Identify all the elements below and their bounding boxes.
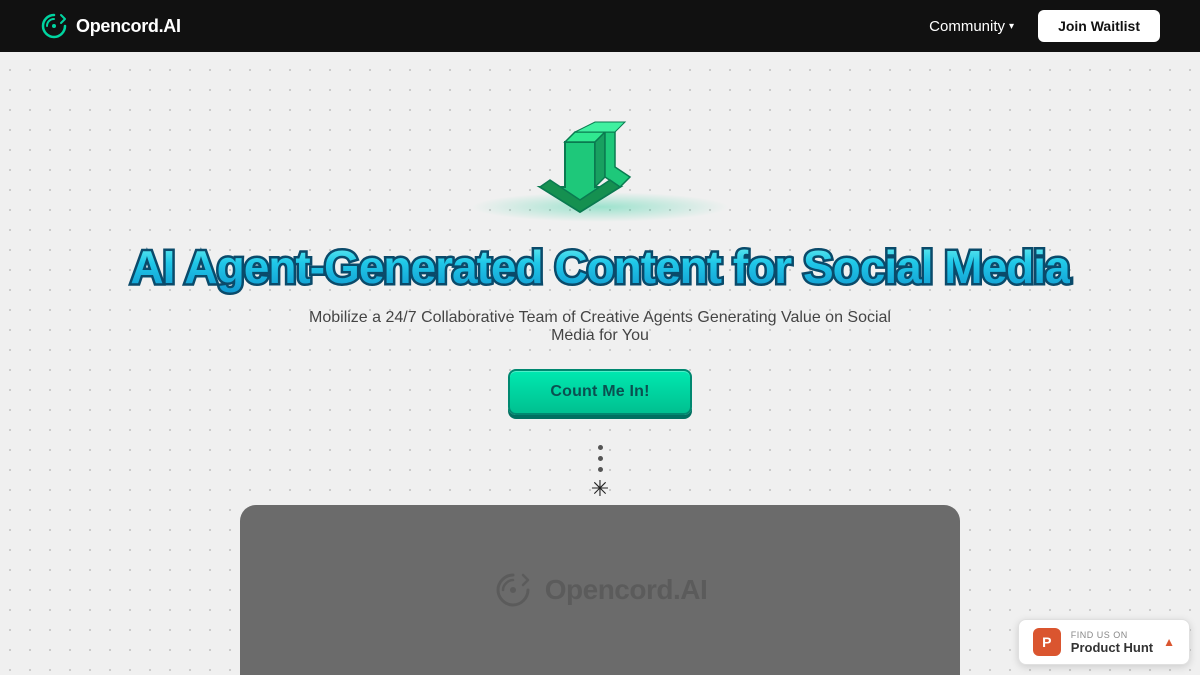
main-content: AI Agent-Generated Content for Social Me… [0,52,1200,502]
product-hunt-find-us: FIND US ON [1071,630,1128,640]
hero-heading: AI Agent-Generated Content for Social Me… [130,242,1069,293]
logo-icon [40,12,68,40]
logo-link[interactable]: Opencord.AI [40,12,181,40]
bottom-section: Opencord.AI [240,505,960,675]
bottom-logo-text: Opencord.AI [545,574,708,606]
logo-text: Opencord.AI [76,16,181,37]
dot-2 [598,456,603,461]
join-waitlist-button[interactable]: Join Waitlist [1038,10,1160,42]
spider-icon: ✳ [591,476,609,502]
hero-heading-wrapper: AI Agent-Generated Content for Social Me… [130,242,1069,293]
navbar: Opencord.AI Community ▾ Join Waitlist [0,0,1200,52]
hero-illustration [490,112,710,222]
chevron-down-icon: ▾ [1009,21,1014,32]
connector-dots [598,445,603,472]
dot-3 [598,467,603,472]
navbar-right: Community ▾ Join Waitlist [929,10,1160,42]
product-hunt-upvote: ▲ [1163,636,1175,648]
product-hunt-icon: P [1033,628,1061,656]
product-hunt-badge[interactable]: P FIND US ON Product Hunt ▲ [1018,619,1190,665]
connector-section: ✳ [591,445,609,502]
community-button[interactable]: Community ▾ [929,18,1014,35]
upvote-arrow-icon: ▲ [1163,636,1175,648]
bottom-logo-icon [493,570,533,610]
hero-subtext: Mobilize a 24/7 Collaborative Team of Cr… [300,309,900,345]
community-label: Community [929,18,1005,35]
product-hunt-name: Product Hunt [1071,640,1153,655]
cta-button[interactable]: Count Me In! [508,369,691,415]
bottom-logo: Opencord.AI [493,570,708,610]
arrow-3d-icon [520,112,680,222]
product-hunt-text: FIND US ON Product Hunt [1071,630,1153,655]
dot-1 [598,445,603,450]
